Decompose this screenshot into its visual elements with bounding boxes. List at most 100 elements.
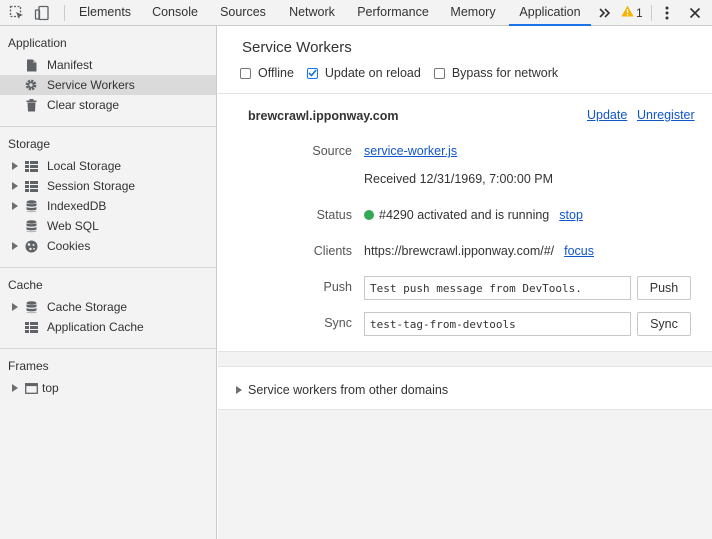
bypass-for-network-label: Bypass for network xyxy=(451,66,559,80)
status-dot-icon xyxy=(364,210,374,220)
sidebar-item-label: Clear storage xyxy=(47,98,120,112)
inspect-element-icon[interactable] xyxy=(7,3,27,23)
bypass-for-network-checkbox[interactable] xyxy=(433,67,445,79)
close-icon[interactable] xyxy=(685,3,705,23)
sidebar-item-service-workers[interactable]: Service Workers xyxy=(0,75,216,95)
unregister-link[interactable]: Unregister xyxy=(637,108,695,122)
sidebar-divider xyxy=(0,267,216,268)
sidebar-item-label: Web SQL xyxy=(47,219,99,233)
sidebar-item-label: Application Cache xyxy=(47,320,144,334)
section-separator xyxy=(218,351,712,367)
source-value: service-worker.js xyxy=(364,144,457,158)
tab-memory[interactable]: Memory xyxy=(443,0,503,26)
tab-elements[interactable]: Elements xyxy=(74,0,136,26)
sidebar-item-indexeddb[interactable]: IndexedDB xyxy=(0,196,216,216)
expand-arrow-icon xyxy=(236,386,242,394)
sidebar-item-label: Session Storage xyxy=(47,179,136,193)
gear-icon xyxy=(24,78,38,92)
section-title-cache: Cache xyxy=(8,278,43,292)
client-url: https://brewcrawl.ipponway.com/#/ xyxy=(364,244,555,258)
database-icon xyxy=(24,199,38,213)
sidebar-item-cookies[interactable]: Cookies xyxy=(0,236,216,256)
status-value: #4290 activated and is running stop xyxy=(364,208,583,222)
kebab-menu-icon[interactable] xyxy=(657,3,677,23)
received-time: Received 12/31/1969, 7:00:00 PM xyxy=(364,172,554,186)
focus-link[interactable]: focus xyxy=(564,244,594,258)
push-button[interactable]: Push xyxy=(637,276,691,300)
expand-arrow-icon[interactable] xyxy=(12,303,20,311)
sidebar-divider xyxy=(0,348,216,349)
stop-link[interactable]: stop xyxy=(559,208,583,222)
status-text: #4290 activated and is running xyxy=(379,208,550,222)
sidebar-item-manifest[interactable]: Manifest xyxy=(0,55,216,75)
database-icon xyxy=(24,219,38,233)
sidebar-item-label: Cache Storage xyxy=(47,300,128,314)
sync-button[interactable]: Sync xyxy=(637,312,691,336)
sidebar-item-label: Local Storage xyxy=(47,159,122,173)
sidebar-item-cache-storage[interactable]: Cache Storage xyxy=(0,297,216,317)
tab-console[interactable]: Console xyxy=(144,0,206,26)
trash-icon xyxy=(24,98,38,112)
expand-arrow-icon[interactable] xyxy=(12,384,20,392)
sidebar-item-label: top xyxy=(42,381,59,395)
source-file-link[interactable]: service-worker.js xyxy=(364,144,457,158)
frame-icon xyxy=(24,381,38,395)
tab-network[interactable]: Network xyxy=(281,0,343,26)
options-bar: Offline Update on reload Bypass for netw… xyxy=(240,66,571,80)
device-toolbar-icon[interactable] xyxy=(32,3,52,23)
document-icon xyxy=(24,58,38,72)
other-domains-label: Service workers from other domains xyxy=(248,383,449,397)
offline-label: Offline xyxy=(258,66,294,80)
toolbar-divider xyxy=(651,5,652,21)
devtools-tabbar: Elements Console Sources Network Perform… xyxy=(0,0,712,26)
database-icon xyxy=(24,300,38,314)
tab-application[interactable]: Application xyxy=(509,0,591,26)
sidebar: Application Manifest Service Workers Cle… xyxy=(0,26,217,539)
sidebar-item-application-cache[interactable]: Application Cache xyxy=(0,317,216,337)
sidebar-item-label: Manifest xyxy=(47,58,93,72)
update-on-reload-checkbox[interactable] xyxy=(306,67,318,79)
service-workers-panel: Service Workers Offline Update on reload… xyxy=(218,26,712,539)
push-label: Push xyxy=(323,280,353,294)
sidebar-item-web-sql[interactable]: Web SQL xyxy=(0,216,216,236)
clients-value: https://brewcrawl.ipponway.com/#/ focus xyxy=(364,244,594,258)
sync-tag-input[interactable] xyxy=(364,312,631,336)
push-message-input[interactable] xyxy=(364,276,631,300)
clients-label: Clients xyxy=(313,244,352,258)
sidebar-item-label: Cookies xyxy=(47,239,91,253)
sidebar-item-top-frame[interactable]: top xyxy=(0,378,216,398)
chevron-double-right-icon[interactable] xyxy=(595,3,615,23)
divider xyxy=(218,93,712,94)
expand-arrow-icon[interactable] xyxy=(12,182,20,190)
sync-label: Sync xyxy=(324,316,352,330)
status-label: Status xyxy=(316,208,352,222)
expand-arrow-icon[interactable] xyxy=(12,242,20,250)
bypass-for-network-option[interactable]: Bypass for network xyxy=(433,66,559,80)
warning-count: 1 xyxy=(636,5,643,20)
update-on-reload-option[interactable]: Update on reload xyxy=(306,66,421,80)
expand-arrow-icon[interactable] xyxy=(12,162,20,170)
toolbar-divider xyxy=(64,5,65,21)
sidebar-item-local-storage[interactable]: Local Storage xyxy=(0,156,216,176)
section-title-frames: Frames xyxy=(8,359,49,373)
section-title-application: Application xyxy=(8,36,67,50)
sidebar-item-label: IndexedDB xyxy=(47,199,107,213)
tab-sources[interactable]: Sources xyxy=(214,0,272,26)
offline-checkbox[interactable] xyxy=(240,67,251,79)
warning-icon xyxy=(621,1,634,26)
panel-title: Service Workers xyxy=(242,39,352,56)
table-icon xyxy=(24,320,38,334)
checkmark-icon xyxy=(308,69,317,77)
worker-origin: brewcrawl.ipponway.com xyxy=(248,109,399,123)
section-title-storage: Storage xyxy=(8,137,51,151)
tab-performance[interactable]: Performance xyxy=(352,0,434,26)
source-label: Source xyxy=(312,144,352,158)
warning-counter[interactable]: 1 xyxy=(621,0,643,26)
update-link[interactable]: Update xyxy=(587,108,627,122)
sidebar-item-label: Service Workers xyxy=(47,78,135,92)
expand-arrow-icon[interactable] xyxy=(12,202,20,210)
offline-option[interactable]: Offline xyxy=(240,66,294,80)
sidebar-item-clear-storage[interactable]: Clear storage xyxy=(0,95,216,115)
other-domains-toggle[interactable]: Service workers from other domains xyxy=(236,383,448,397)
sidebar-item-session-storage[interactable]: Session Storage xyxy=(0,176,216,196)
